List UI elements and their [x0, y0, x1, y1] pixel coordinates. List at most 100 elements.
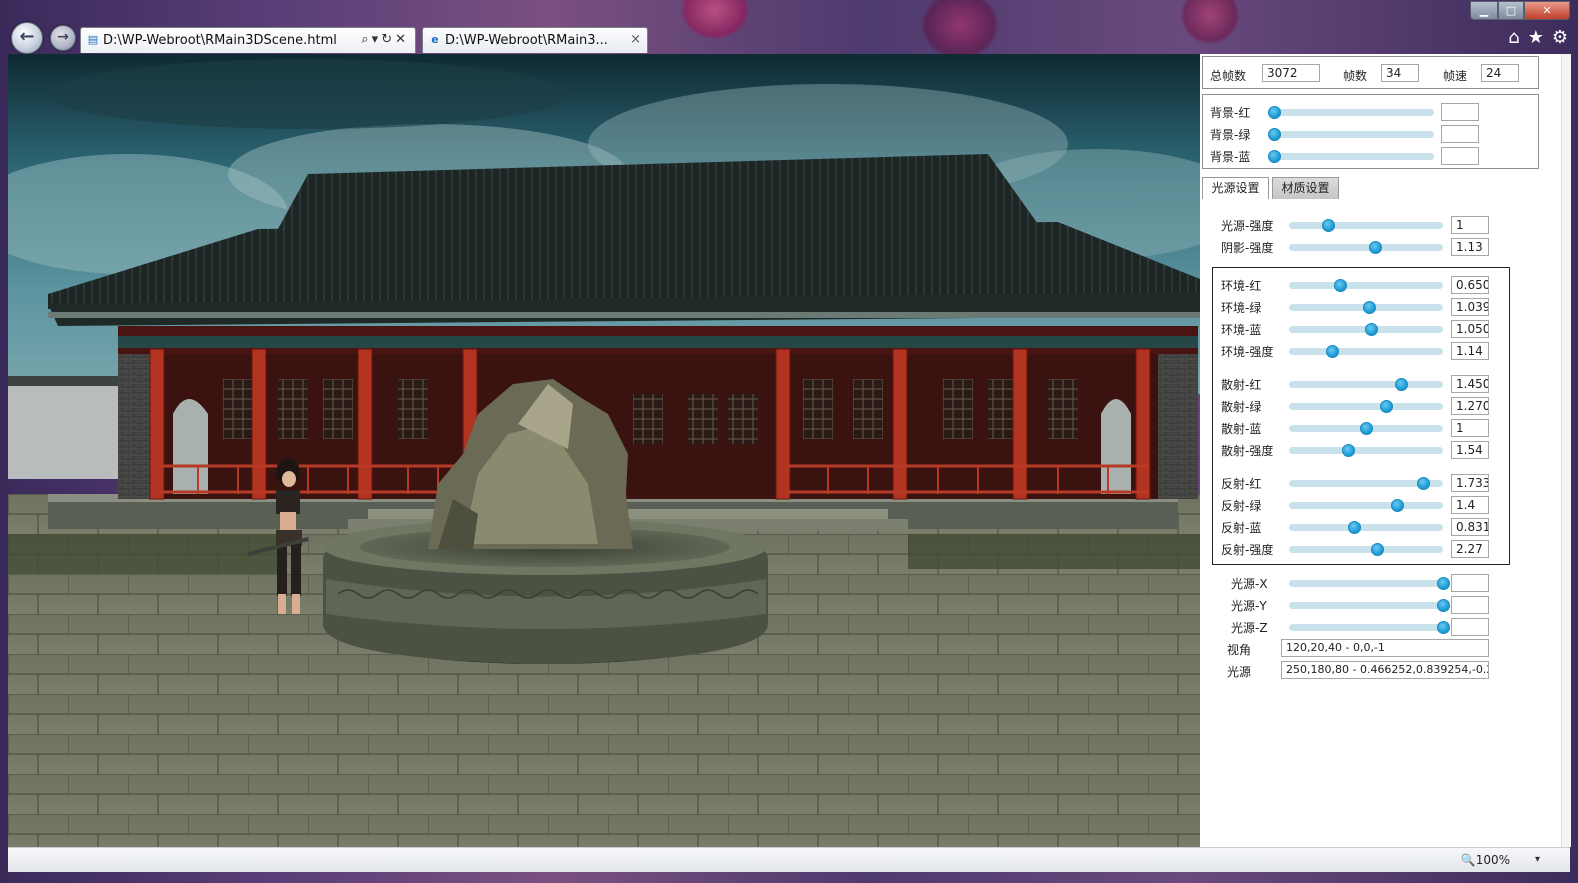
light-intensity-slider-handle[interactable]	[1321, 219, 1335, 232]
favorites-star-icon[interactable]: ★	[1528, 28, 1544, 48]
frames-field[interactable]: 34	[1381, 64, 1419, 82]
ambient-blue-slider[interactable]	[1289, 323, 1443, 336]
bg-blue-slider-handle[interactable]	[1268, 150, 1281, 163]
specular-intensity-slider-handle[interactable]	[1370, 543, 1384, 556]
specular-blue-value-field[interactable]: 0.831	[1451, 518, 1489, 536]
bg-green-slider-handle[interactable]	[1268, 128, 1281, 141]
ambient-green-slider[interactable]	[1289, 301, 1443, 314]
minimize-button[interactable]: ▁	[1470, 1, 1498, 20]
toolbar-icons: ⌂ ★ ⚙	[1508, 28, 1568, 48]
wallpaper-glow	[1180, 0, 1240, 45]
specular-blue-slider[interactable]	[1289, 521, 1443, 534]
light-y-slider-handle[interactable]	[1437, 599, 1450, 612]
bg-red-slider[interactable]	[1268, 106, 1434, 119]
light-intensity-slider[interactable]	[1289, 219, 1443, 232]
light-z-slider[interactable]	[1289, 621, 1450, 634]
total-frames-field[interactable]: 3072	[1262, 64, 1320, 82]
shadow-intensity-value-field[interactable]: 1.13	[1451, 238, 1489, 256]
light-z-slider-handle[interactable]	[1437, 621, 1450, 634]
address-text[interactable]: D:\WP-Webroot\RMain3DScene.html	[103, 33, 337, 49]
specular-red-slider-handle[interactable]	[1416, 477, 1430, 490]
diffuse-blue-slider[interactable]	[1289, 422, 1443, 435]
ambient-red-value-field[interactable]: 0.650	[1451, 276, 1489, 294]
fps-label: 帧速	[1443, 69, 1468, 83]
home-icon[interactable]: ⌂	[1508, 28, 1519, 48]
light-source-field[interactable]: 250,180,80 - 0.466252,0.839254,-0.2797	[1281, 661, 1489, 679]
diffuse-green-slider-handle[interactable]	[1380, 400, 1394, 413]
bg-blue-slider[interactable]	[1268, 150, 1434, 163]
diffuse-blue-label: 散射-蓝	[1221, 422, 1262, 436]
light-intensity-value-field[interactable]: 1	[1451, 216, 1489, 234]
specular-red-slider[interactable]	[1289, 477, 1443, 490]
fps-field[interactable]: 24	[1481, 64, 1519, 82]
ambient-green-value-field[interactable]: 1.039	[1451, 298, 1489, 316]
bg-red-value-field[interactable]	[1441, 103, 1479, 121]
diffuse-intensity-slider-handle[interactable]	[1341, 444, 1355, 457]
diffuse-green-slider[interactable]	[1289, 400, 1443, 413]
specular-green-label: 反射-绿	[1221, 499, 1262, 513]
background-color-box: 背景-红 背景-绿 背景-蓝	[1202, 94, 1539, 169]
back-button[interactable]: ←	[11, 22, 43, 54]
diffuse-intensity-label: 散射-强度	[1221, 444, 1274, 458]
ambient-intensity-value-field[interactable]: 1.14	[1451, 342, 1489, 360]
browser-titlebar: ← → ▤ D:\WP-Webroot\RMain3DScene.html ⌕▾…	[0, 0, 1578, 60]
frame-stats-box: 总帧数 3072 帧数 34 帧速 24	[1202, 56, 1539, 89]
shadow-intensity-slider[interactable]	[1289, 241, 1443, 254]
ambient-red-slider-handle[interactable]	[1333, 279, 1347, 292]
diffuse-red-value-field[interactable]: 1.450	[1451, 375, 1489, 393]
specular-intensity-value-field[interactable]: 2.27	[1451, 540, 1489, 558]
forward-button[interactable]: →	[50, 25, 76, 51]
bg-blue-label: 背景-蓝	[1210, 150, 1251, 164]
address-bar[interactable]: ▤ D:\WP-Webroot\RMain3DScene.html ⌕▾↻✕	[80, 27, 416, 53]
specular-blue-slider-handle[interactable]	[1347, 521, 1361, 534]
light-y-slider[interactable]	[1289, 599, 1450, 612]
close-button[interactable]: ✕	[1524, 1, 1570, 20]
tab-material-settings[interactable]: 材质设置	[1272, 177, 1339, 199]
camera-field[interactable]: 120,20,40 - 0,0,-1	[1281, 639, 1489, 657]
specular-green-value-field[interactable]: 1.4	[1451, 496, 1489, 514]
wallpaper-glow	[920, 0, 1000, 60]
tab-close-icon[interactable]: ×	[630, 32, 641, 48]
zoom-level[interactable]: 🔍100%	[1461, 853, 1510, 867]
light-x-slider[interactable]	[1289, 577, 1450, 590]
specular-green-slider[interactable]	[1289, 499, 1443, 512]
ambient-blue-slider-handle[interactable]	[1364, 323, 1378, 336]
bg-green-label: 背景-绿	[1210, 128, 1251, 142]
diffuse-red-slider[interactable]	[1289, 378, 1443, 391]
ambient-green-slider-handle[interactable]	[1363, 301, 1377, 314]
light-x-value-field[interactable]	[1451, 574, 1489, 592]
gear-icon[interactable]: ⚙	[1552, 28, 1568, 48]
light-y-label: 光源-Y	[1231, 599, 1267, 613]
address-tools-icons[interactable]: ⌕▾↻✕	[361, 32, 409, 48]
ambient-intensity-slider[interactable]	[1289, 345, 1443, 358]
shadow-intensity-slider-handle[interactable]	[1369, 241, 1383, 254]
diffuse-intensity-value-field[interactable]: 1.54	[1451, 441, 1489, 459]
tab-light-settings[interactable]: 光源设置	[1202, 177, 1269, 199]
light-x-slider-handle[interactable]	[1437, 577, 1450, 590]
bg-blue-value-field[interactable]	[1441, 147, 1479, 165]
tab-title: D:\WP-Webroot\RMain3...	[445, 33, 608, 48]
specular-intensity-slider[interactable]	[1289, 543, 1443, 556]
bg-green-value-field[interactable]	[1441, 125, 1479, 143]
specular-intensity-label: 反射-强度	[1221, 543, 1274, 557]
light-intensity-label: 光源-强度	[1221, 219, 1274, 233]
diffuse-blue-slider-handle[interactable]	[1360, 422, 1373, 435]
specular-red-label: 反射-红	[1221, 477, 1262, 491]
bg-green-slider[interactable]	[1268, 128, 1434, 141]
tab-active[interactable]: e D:\WP-Webroot\RMain3... ×	[422, 27, 648, 53]
specular-red-value-field[interactable]: 1.733	[1451, 474, 1489, 492]
maximize-button[interactable]: □	[1498, 1, 1524, 20]
diffuse-blue-value-field[interactable]: 1	[1451, 419, 1489, 437]
zoom-dropdown-icon[interactable]: ▾	[1535, 853, 1540, 867]
diffuse-green-value-field[interactable]: 1.270	[1451, 397, 1489, 415]
specular-green-slider-handle[interactable]	[1390, 499, 1404, 512]
total-frames-label: 总帧数	[1210, 69, 1247, 83]
ambient-blue-value-field[interactable]: 1.050	[1451, 320, 1489, 338]
bg-red-slider-handle[interactable]	[1268, 106, 1281, 119]
ambient-red-slider[interactable]	[1289, 279, 1443, 292]
vertical-scrollbar[interactable]	[1561, 54, 1571, 847]
3d-scene-canvas[interactable]	[8, 54, 1200, 847]
light-z-value-field[interactable]	[1451, 618, 1489, 636]
diffuse-intensity-slider[interactable]	[1289, 444, 1443, 457]
light-y-value-field[interactable]	[1451, 596, 1489, 614]
